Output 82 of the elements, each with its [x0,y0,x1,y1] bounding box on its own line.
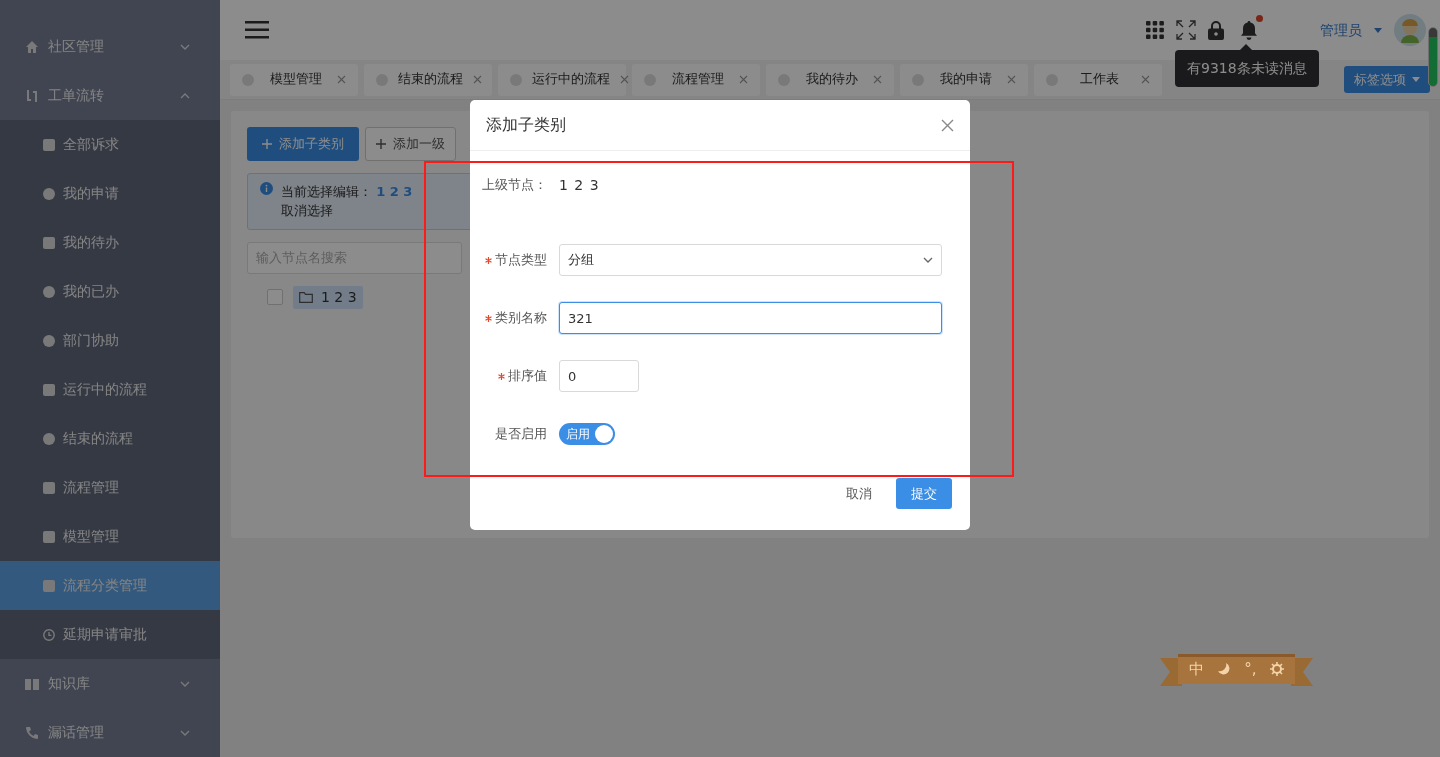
close-icon[interactable] [941,118,954,132]
circle-icon [43,187,55,200]
field-label: 节点类型 [495,251,547,270]
menu-icon[interactable] [245,21,269,39]
tree-node[interactable]: 1 2 3 [293,285,363,309]
caret-icon [1412,77,1420,82]
add-child-button[interactable]: 添加子类别 [247,127,359,161]
folder-icon [43,530,55,543]
sidebar-group-label: 工单流转 [48,86,104,105]
sidebar-item[interactable]: 全部诉求 [0,120,220,169]
sidebar-item[interactable]: 模型管理 [0,512,220,561]
input-field[interactable]: 321 [559,302,942,334]
circle-icon [43,334,55,347]
field-label: 类别名称 [495,309,547,328]
submit-button[interactable]: 提交 [896,477,952,510]
fullscreen-icon[interactable] [1176,20,1196,40]
moon-icon[interactable] [1217,662,1232,676]
chevron-icon [923,257,933,263]
notification-bell-icon[interactable] [1240,20,1258,41]
node-type-select[interactable]: 分组 [559,244,942,276]
circle-icon [43,285,55,298]
folder-icon [43,138,55,151]
plus-icon [262,138,272,149]
avatar[interactable] [1394,14,1426,46]
sidebar-item[interactable]: 延期申请审批 [0,610,220,659]
sidebar-item[interactable]: 我的已办 [0,267,220,316]
sidebar-item[interactable]: 流程管理 [0,463,220,512]
book-icon [25,677,39,690]
checkbox[interactable] [267,289,283,305]
circle-icon [43,432,55,445]
apps-grid-icon[interactable] [1146,21,1164,39]
folder-icon [43,481,55,494]
toolbar-label[interactable]: 中 [1189,657,1205,681]
plus-icon [376,138,386,149]
sidebar-item[interactable]: 部门协助 [0,316,220,365]
phone-icon [25,725,39,740]
dialog-title: 添加子类别 [486,114,566,136]
folder-icon [43,236,55,249]
close-icon[interactable] [1141,75,1150,84]
clock-icon [43,628,55,641]
tab[interactable]: 结束的流程 [364,63,492,96]
sidebar-item[interactable]: 我的申请 [0,169,220,218]
field-label: 是否启用 [495,425,547,444]
tab[interactable]: 流程管理 [632,63,760,96]
close-icon[interactable] [873,75,882,84]
tab[interactable]: 运行中的流程 [498,63,626,96]
tab[interactable]: 模型管理 [230,63,358,96]
toggle-switch[interactable]: 启用 [559,423,615,445]
sync-icon [25,87,39,104]
close-icon[interactable] [739,75,748,84]
info-icon [260,181,273,195]
sidebar-group-label: 知识库 [48,674,90,693]
sidebar-item[interactable]: 运行中的流程 [0,365,220,414]
notification-tooltip: 有9318条未读消息 [1175,50,1319,87]
field-value: 1 2 3 [559,175,600,195]
field-label: 排序值 [508,367,547,386]
tab-options-button[interactable]: 标签选项 [1343,65,1430,94]
close-icon[interactable] [337,75,346,84]
close-icon[interactable] [1007,75,1016,84]
close-icon[interactable] [473,75,482,84]
lock-icon[interactable] [1208,20,1224,40]
folder-icon [299,291,313,303]
toolbar-label[interactable]: °, [1244,657,1257,681]
field-label: 上级节点： [482,176,547,195]
user-name[interactable]: 管理员 [1320,19,1362,41]
number-field[interactable]: 0 [559,360,639,392]
close-icon[interactable] [620,75,629,84]
caret-icon[interactable] [1374,27,1382,33]
sidebar-item[interactable]: 我的待办 [0,218,220,267]
tab[interactable]: 我的待办 [766,63,894,96]
tab[interactable]: 工作表 [1034,63,1162,96]
tab[interactable]: 我的申请 [900,63,1028,96]
sidebar-item[interactable]: 结束的流程 [0,414,220,463]
folder-icon [43,383,55,396]
cancel-button[interactable]: 取消 [834,477,884,510]
gear-icon[interactable] [1269,662,1284,676]
cancel-selection-link[interactable]: 取消选择 [281,203,333,218]
sidebar-item[interactable]: 流程分类管理 [0,561,220,610]
folder-icon [43,579,55,592]
info-text: 当前选择编辑： 1 2 3 取消选择 [281,182,414,220]
home-icon [25,39,39,54]
scroll-indicator [1428,27,1438,87]
